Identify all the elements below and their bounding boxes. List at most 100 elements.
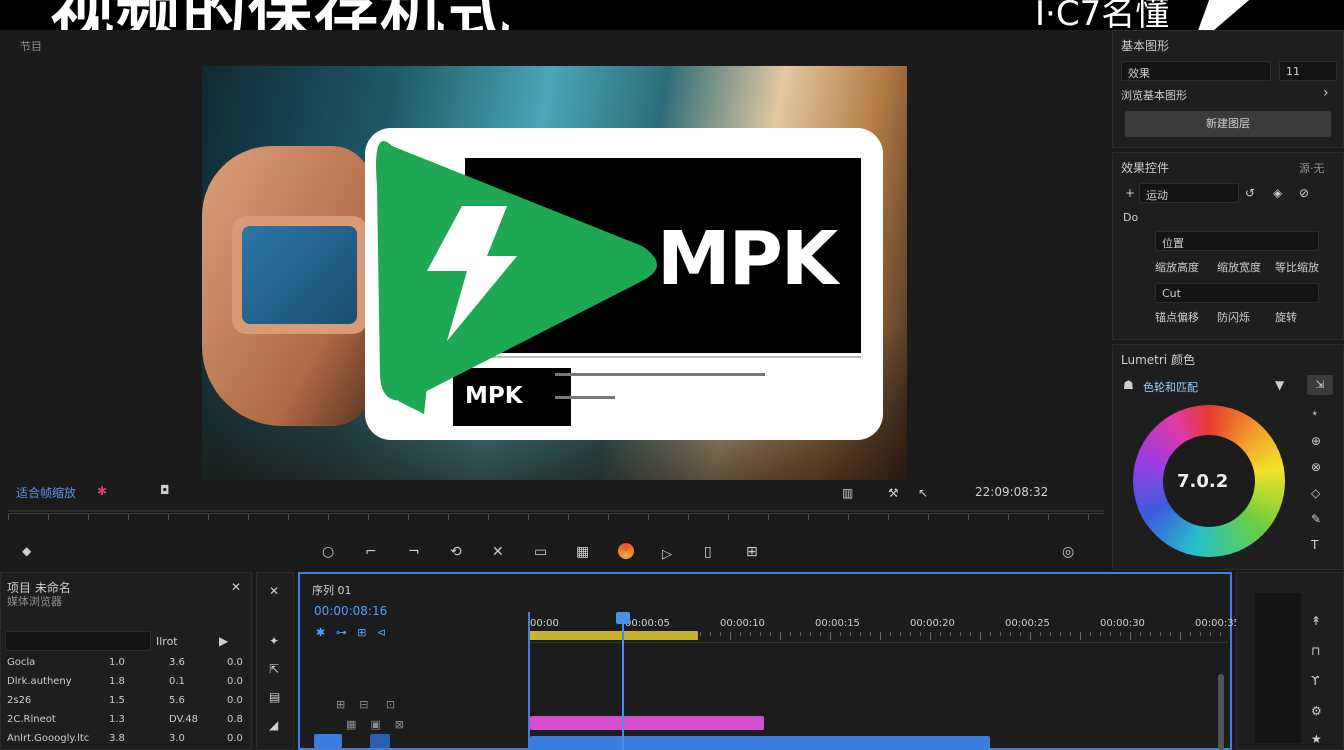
timeline-ruler-tick — [800, 632, 801, 636]
scale-height-label: 缩放高度 — [1155, 261, 1199, 274]
timeline-ruler-tick — [1150, 632, 1151, 636]
list-item[interactable] — [1, 655, 251, 672]
playhead-handle[interactable] — [616, 612, 630, 624]
project-search-input[interactable] — [5, 631, 151, 651]
project-item-col3: 0.0 — [227, 657, 243, 668]
ruler-tick — [248, 514, 249, 520]
new-layer-button[interactable]: 新建图层 — [1125, 111, 1331, 137]
playhead[interactable] — [622, 612, 624, 750]
camera-icon[interactable]: ◘ — [160, 484, 170, 496]
step-back-icon[interactable]: ✕ — [492, 545, 504, 559]
ruler-tick — [1088, 514, 1089, 520]
anchor-label: 锚点偏移 — [1155, 311, 1199, 324]
pointer-icon[interactable]: ↖ — [918, 487, 928, 499]
go-to-out-icon[interactable] — [618, 543, 634, 559]
track-header-v2[interactable]: ⊞ ⊟ ⊡ — [336, 698, 395, 711]
mark-in-icon[interactable]: ◆ — [22, 545, 31, 557]
track-target-a1[interactable] — [314, 734, 342, 748]
razor-tool-icon[interactable]: ◢ — [269, 719, 278, 731]
audio-meter-bar — [1255, 593, 1301, 743]
ripple-icon[interactable]: ⊕ — [1311, 435, 1321, 447]
slip-icon[interactable]: ◇ — [1311, 487, 1320, 499]
timeline-toolbar-icons[interactable]: ✱ ⊶ ⊞ ⊲ — [316, 626, 386, 639]
text-icon[interactable]: T — [1311, 539, 1318, 551]
effect-field[interactable]: 效果 — [1121, 61, 1271, 81]
meter-scale-icon[interactable]: ϒ — [1311, 675, 1319, 687]
close-tools-icon[interactable]: ✕ — [269, 585, 279, 597]
project-item-col2: 3.6 — [169, 657, 185, 668]
keyframe-icon[interactable]: ◈ — [1273, 187, 1282, 199]
audio-clip[interactable] — [530, 736, 990, 750]
close-icon[interactable]: ✕ — [231, 581, 241, 593]
marker-icon[interactable]: ○ — [322, 545, 334, 559]
banner-logo-shape — [1190, 0, 1330, 30]
effect-controls-source: 源·无 — [1299, 162, 1325, 175]
reset-icon[interactable]: ↺ — [1245, 187, 1255, 199]
track-header-v1[interactable]: ▦ ▣ ⊠ — [346, 718, 404, 731]
in-out-range[interactable] — [530, 631, 698, 640]
project-filter-label[interactable]: Ilrot — [156, 635, 178, 648]
hand-tool-button[interactable]: ⇲ — [1307, 375, 1333, 395]
timeline-ruler-tick — [1120, 632, 1121, 636]
color-settings-icon[interactable]: ☗ — [1123, 379, 1134, 391]
go-to-in-icon[interactable]: ⟲ — [450, 545, 462, 559]
motion-field[interactable]: 运动 — [1139, 183, 1239, 203]
in-point-icon[interactable]: ⌐ — [365, 545, 377, 559]
track-select-icon[interactable]: ⇱ — [269, 663, 279, 675]
effect-value-field[interactable]: 11 — [1279, 61, 1337, 81]
cut-field[interactable]: Cut — [1155, 283, 1319, 303]
button-editor-icon[interactable]: ◎ — [1062, 545, 1074, 559]
timeline-scrollbar[interactable] — [1218, 674, 1224, 750]
browse-graphics-label[interactable]: 浏览基本图形 — [1121, 87, 1187, 103]
meter-settings-icon[interactable]: ⚙ — [1311, 705, 1322, 717]
monitor-scrub-bar[interactable] — [8, 510, 1104, 512]
timeline-ruler-tick — [830, 632, 831, 640]
sequence-timecode[interactable]: 00:00:08:16 — [314, 604, 387, 618]
meter-star-icon[interactable]: ★ — [1311, 733, 1322, 745]
export-frame-icon[interactable]: ⊞ — [746, 545, 758, 559]
comment-icon[interactable]: ▼ — [1275, 379, 1284, 391]
timeline-ruler-tick — [970, 632, 971, 636]
step-forward-icon[interactable]: ▦ — [576, 545, 589, 559]
wrench-icon[interactable]: ⚒ — [888, 487, 899, 499]
razor-icon[interactable]: ⊗ — [1311, 461, 1321, 473]
out-point-icon[interactable]: ¬ — [408, 545, 420, 559]
video-clip[interactable] — [530, 716, 764, 730]
play-icon[interactable]: ▭ — [534, 545, 547, 559]
color-wheel[interactable]: 7.0.2 — [1133, 405, 1285, 557]
chevron-right-icon[interactable]: › — [1323, 86, 1329, 100]
ripple-edit-icon[interactable]: ▤ — [269, 691, 280, 703]
timeline-ruler-tick — [840, 632, 841, 636]
fit-zoom-label[interactable]: 适合帧缩放 — [16, 484, 76, 501]
pen-icon[interactable]: ✎ — [1311, 513, 1321, 525]
marker-red-icon[interactable]: ✱ — [97, 485, 107, 497]
track-target-a2[interactable] — [370, 734, 390, 748]
meter-mute-icon[interactable]: ⊓ — [1311, 645, 1320, 657]
settings-icon[interactable]: ▥ — [842, 487, 853, 499]
ruler-tick — [1048, 514, 1049, 520]
list-item[interactable] — [1, 693, 251, 710]
color-wheels-label[interactable]: 色轮和匹配 — [1143, 379, 1198, 395]
brush-icon[interactable]: ⋆ — [1311, 407, 1319, 419]
add-icon[interactable]: + — [1125, 187, 1135, 199]
timeline-ruler-tick — [1010, 632, 1011, 636]
project-item-col3: 0.0 — [227, 676, 243, 687]
timeline-ruler-tick — [850, 632, 851, 636]
media-browser-label[interactable]: 媒体浏览器 — [7, 593, 62, 609]
timeline-ruler-tick — [960, 632, 961, 636]
timeline-ruler-tick — [770, 632, 771, 636]
video-preview[interactable]: MPK MPK — [202, 66, 907, 480]
effect-field-label: 效果 — [1128, 67, 1150, 80]
toggle-icon[interactable]: ⊘ — [1299, 187, 1309, 199]
monitor-ruler[interactable] — [8, 513, 1104, 533]
play-filter-icon[interactable]: ▶ — [219, 635, 228, 647]
extract-icon[interactable]: ▯ — [704, 545, 712, 559]
selection-tool-icon[interactable]: ✦ — [269, 635, 279, 647]
position-field[interactable]: 位置 — [1155, 231, 1319, 251]
lift-icon[interactable]: ▷ — [662, 548, 672, 561]
sequence-title: 序列 01 — [312, 584, 352, 597]
timeline-panel: 序列 01 00:00:08:16 ✱ ⊶ ⊞ ⊲ 00:00 00:00:05 0… — [298, 572, 1240, 750]
timeline-ruler-tick — [1160, 632, 1161, 636]
timeline-ruler-tick — [890, 632, 891, 636]
meter-solo-icon[interactable]: ↟ — [1311, 615, 1321, 627]
